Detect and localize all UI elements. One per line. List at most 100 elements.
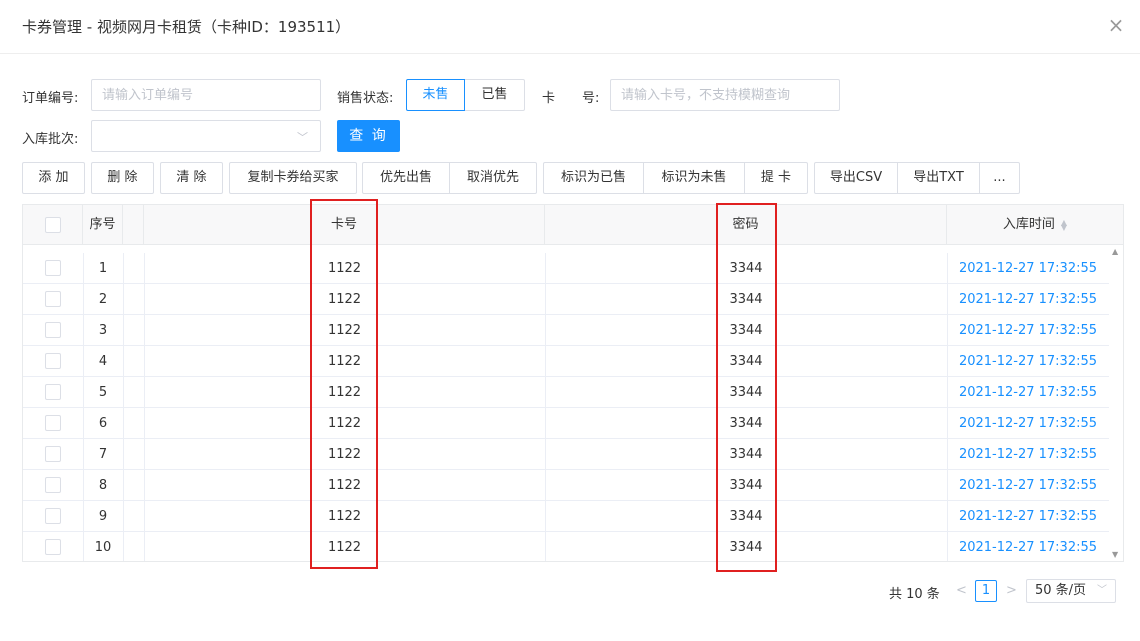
row-in-time: 2021-12-27 17:32:55 [958,261,1098,276]
cancel-priority-button[interactable]: 取消优先 [449,162,537,194]
table-row[interactable]: 1 1122 3344 2021-12-27 17:32:55 [23,253,1109,284]
row-password: 3344 [729,478,763,493]
card-number-label-char: 卡 [542,91,556,106]
row-in-time: 2021-12-27 17:32:55 [958,416,1098,431]
table-row[interactable]: 3 1122 3344 2021-12-27 17:32:55 [23,315,1109,346]
more-button[interactable]: ... [979,162,1020,194]
add-button[interactable]: 添 加 [22,162,85,194]
order-number-input[interactable] [91,79,321,111]
header-spacer [123,205,144,245]
table-row[interactable]: 4 1122 3344 2021-12-27 17:32:55 [23,346,1109,377]
row-password: 3344 [729,416,763,431]
row-index: 3 [98,323,108,338]
table-row[interactable]: 6 1122 3344 2021-12-27 17:32:55 [23,408,1109,439]
header-in-time[interactable]: 入库时间 ▲ ▼ [947,205,1123,245]
dialog-header: 卡券管理 - 视频网月卡租赁（卡种ID：193511） × [0,0,1140,54]
header-card-number: 卡号 [144,205,545,245]
row-checkbox[interactable] [45,508,61,524]
chevron-down-icon: ﹀ [1097,585,1107,596]
row-checkbox[interactable] [45,415,61,431]
row-in-time: 2021-12-27 17:32:55 [958,540,1098,555]
page-number-current[interactable]: 1 [975,580,997,602]
table-row[interactable]: 8 1122 3344 2021-12-27 17:32:55 [23,470,1109,501]
row-card-number: 1122 [327,478,362,493]
order-number-label: 订单编号: [22,91,79,106]
mark-sold-button[interactable]: 标识为已售 [543,162,644,194]
row-card-number: 1122 [327,323,362,338]
row-index: 8 [98,478,108,493]
header-in-time-label: 入库时间 [1002,217,1055,232]
status-sold-option[interactable]: 已售 [464,79,525,111]
row-checkbox[interactable] [45,446,61,462]
priority-sell-button[interactable]: 优先出售 [362,162,450,194]
header-index: 序号 [83,205,123,245]
row-password: 3344 [729,261,763,276]
select-all-checkbox[interactable] [45,217,61,233]
row-index: 6 [98,416,108,431]
page-size-value: 50 条/页 [1035,583,1087,598]
table-row[interactable]: 7 1122 3344 2021-12-27 17:32:55 [23,439,1109,470]
close-icon[interactable]: × [1104,14,1128,38]
row-in-time: 2021-12-27 17:32:55 [958,385,1098,400]
page-size-select[interactable]: 50 条/页 ﹀ [1026,579,1116,603]
chevron-down-icon: ﹀ [297,131,308,144]
table-body: 1 1122 3344 2021-12-27 17:32:55 2 1122 3344 202… [23,253,1109,561]
status-unsold-option[interactable]: 未售 [406,79,465,111]
table-row[interactable]: 5 1122 3344 2021-12-27 17:32:55 [23,377,1109,408]
batch-select[interactable]: ﹀ [91,120,321,152]
row-in-time: 2021-12-27 17:32:55 [958,354,1098,369]
export-txt-button[interactable]: 导出TXT [897,162,980,194]
scroll-up-icon[interactable]: ▲ [1112,247,1118,256]
export-csv-button[interactable]: 导出CSV [814,162,898,194]
query-button[interactable]: 查 询 [337,120,400,152]
row-password: 3344 [729,540,763,555]
card-number-label: 号: [582,91,600,106]
row-password: 3344 [729,354,763,369]
row-checkbox[interactable] [45,291,61,307]
row-checkbox[interactable] [45,477,61,493]
row-card-number: 1122 [327,354,362,369]
delete-button[interactable]: 删 除 [91,162,154,194]
sort-icon[interactable]: ▲ ▼ [1061,218,1067,231]
row-in-time: 2021-12-27 17:32:55 [958,509,1098,524]
row-checkbox[interactable] [45,353,61,369]
row-card-number: 1122 [327,292,362,307]
row-checkbox[interactable] [45,539,61,555]
table-row[interactable]: 9 1122 3344 2021-12-27 17:32:55 [23,501,1109,532]
table-row[interactable]: 10 1122 3344 2021-12-27 17:32:55 [23,532,1109,561]
row-password: 3344 [729,385,763,400]
row-in-time: 2021-12-27 17:32:55 [958,447,1098,462]
row-index: 10 [94,540,112,555]
row-card-number: 1122 [327,447,362,462]
card-number-input[interactable] [610,79,840,111]
row-password: 3344 [729,323,763,338]
row-password: 3344 [729,447,763,462]
row-card-number: 1122 [327,416,362,431]
row-in-time: 2021-12-27 17:32:55 [958,292,1098,307]
row-checkbox[interactable] [45,384,61,400]
row-index: 2 [98,292,108,307]
row-password: 3344 [729,292,763,307]
row-index: 9 [98,509,108,524]
next-page-icon[interactable]: > [1006,583,1017,598]
table-scrollbar[interactable]: ▲ ▼ [1109,245,1123,561]
pagination-total: 共 10 条 [889,587,940,602]
table-header: 序号 卡号 密码 入库时间 ▲ ▼ [23,205,1123,245]
dialog-title: 卡券管理 - 视频网月卡租赁（卡种ID：193511） [22,18,351,36]
mark-unsold-button[interactable]: 标识为未售 [643,162,745,194]
batch-label: 入库批次: [22,132,79,147]
row-index: 1 [98,261,108,276]
clear-button[interactable]: 清 除 [160,162,223,194]
copy-to-buyer-button[interactable]: 复制卡券给买家 [229,162,357,194]
withdraw-card-button[interactable]: 提 卡 [744,162,808,194]
header-password: 密码 [545,205,947,245]
table-row[interactable]: 2 1122 3344 2021-12-27 17:32:55 [23,284,1109,315]
scroll-down-icon[interactable]: ▼ [1112,550,1118,559]
sales-status-label: 销售状态: [337,91,394,106]
prev-page-icon[interactable]: < [956,583,967,598]
row-checkbox[interactable] [45,260,61,276]
row-checkbox[interactable] [45,322,61,338]
card-management-dialog: 卡券管理 - 视频网月卡租赁（卡种ID：193511） × 订单编号: 销售状态… [0,0,1140,641]
row-index: 5 [98,385,108,400]
row-password: 3344 [729,509,763,524]
